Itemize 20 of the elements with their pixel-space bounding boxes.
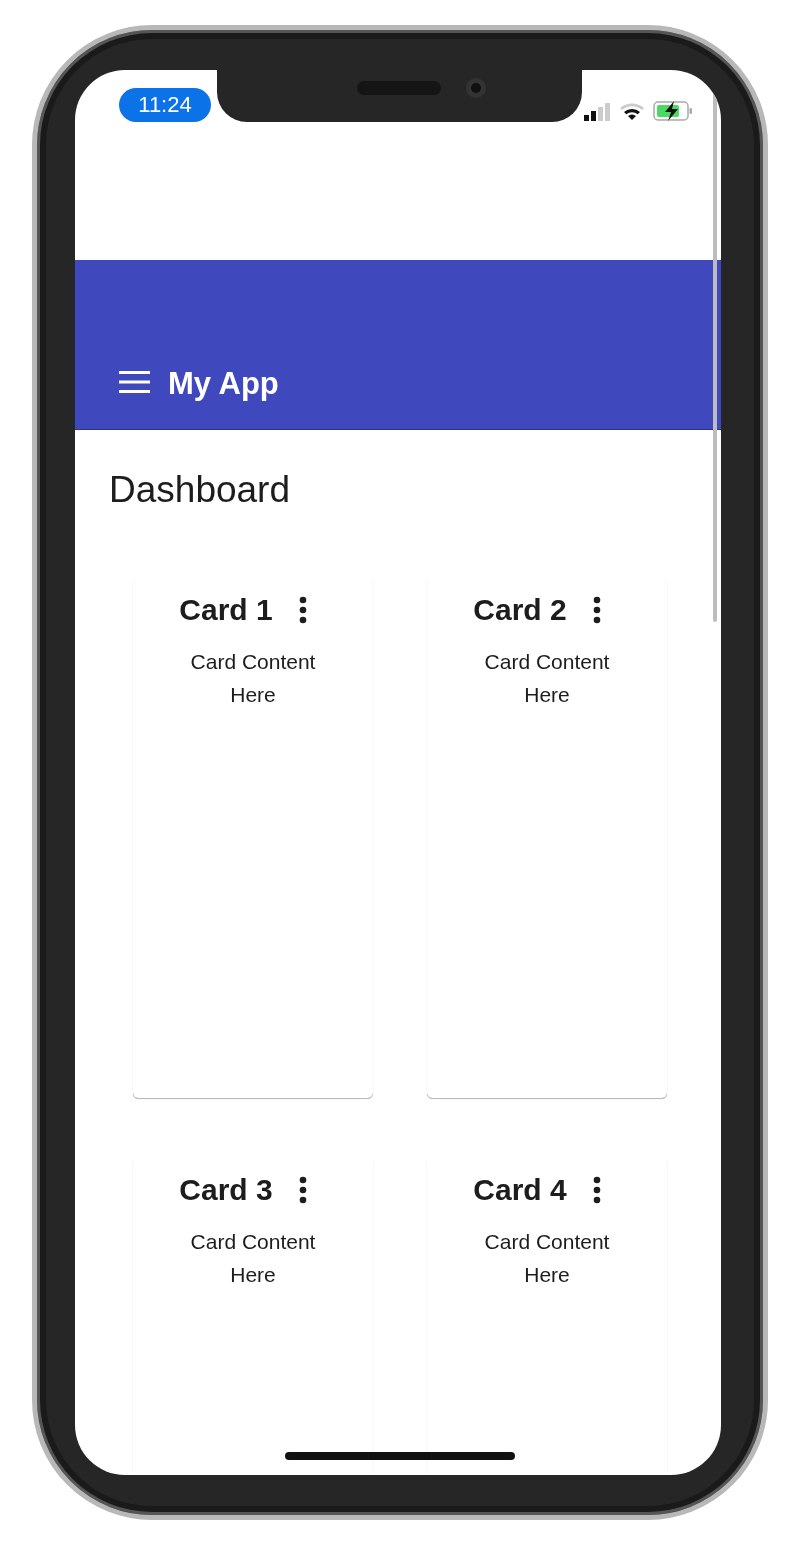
page-title: Dashboard — [108, 468, 291, 512]
app-title: My App — [168, 365, 279, 403]
card-title: Card 3 — [179, 1172, 273, 1208]
more-options-icon[interactable] — [592, 1176, 601, 1204]
card-content: Card Content Here — [483, 649, 611, 708]
more-options-icon[interactable] — [592, 596, 601, 624]
card-content: Card Content Here — [189, 1229, 317, 1288]
status-time: 11:24 — [119, 88, 211, 122]
card-content: Card Content Here — [189, 649, 317, 708]
card-title: Card 1 — [179, 592, 273, 628]
signal-icon — [584, 103, 611, 121]
wifi-icon — [619, 103, 645, 121]
more-options-icon[interactable] — [298, 1176, 307, 1204]
card-title: Card 4 — [473, 1172, 567, 1208]
battery-charging-icon — [653, 101, 693, 121]
menu-icon[interactable] — [119, 371, 150, 393]
card-title: Card 2 — [473, 592, 567, 628]
card-content: Card Content Here — [483, 1229, 611, 1288]
camera-icon — [465, 77, 487, 99]
more-options-icon[interactable] — [298, 596, 307, 624]
